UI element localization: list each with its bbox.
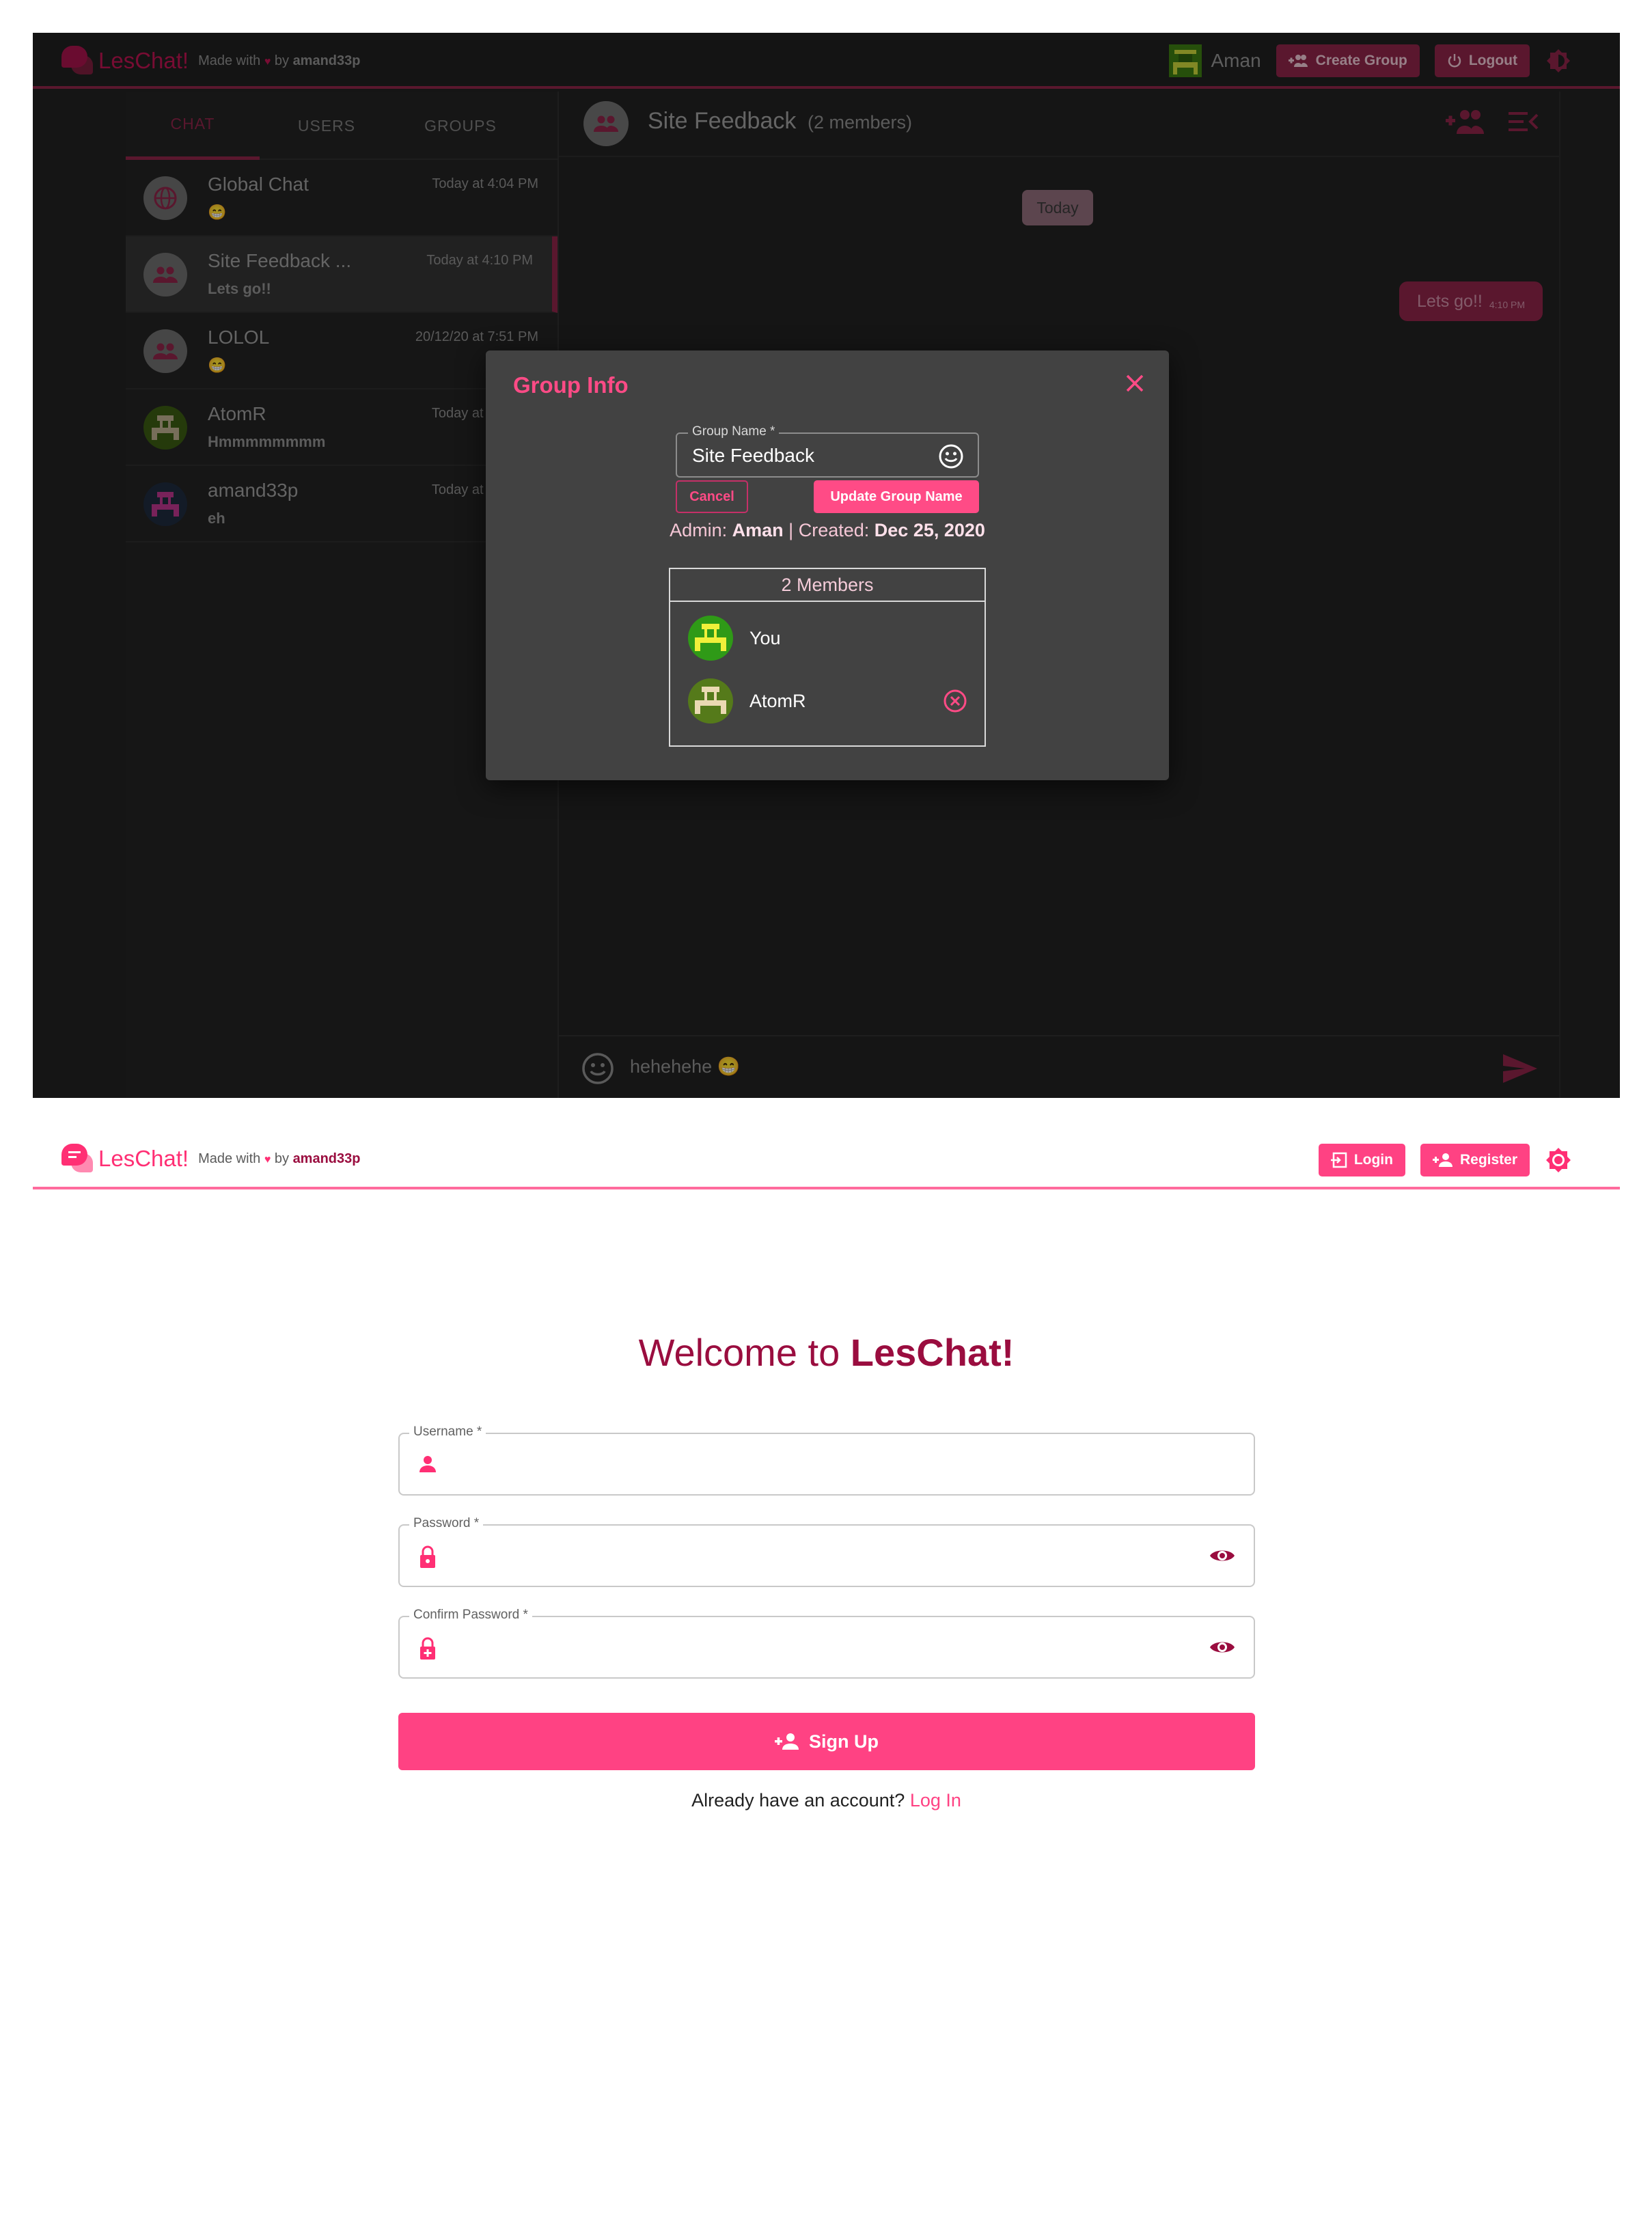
navbar-actions: Login Register <box>1318 1143 1572 1177</box>
update-group-name-button[interactable]: Update Group Name <box>814 480 979 513</box>
theme-toggle-icon[interactable] <box>1545 1146 1572 1174</box>
close-icon[interactable] <box>1125 374 1144 393</box>
eye-icon[interactable] <box>1209 1546 1236 1565</box>
member-avatar <box>688 616 733 661</box>
username-field[interactable]: Username * <box>398 1424 1255 1496</box>
member-item: You <box>688 614 781 662</box>
confirm-password-field[interactable]: Confirm Password * <box>398 1608 1255 1679</box>
login-link[interactable]: Log In <box>910 1790 961 1811</box>
made-with-text: Made with <box>198 1151 261 1166</box>
member-name: You <box>749 627 781 648</box>
welcome-prefix: Welcome to <box>638 1331 840 1374</box>
signup-screen: LesChat! Made with ♥ by amand33p Login R… <box>33 1098 1620 2230</box>
dialog-title: Group Info <box>513 372 629 398</box>
have-account-text: Already have an account? <box>691 1790 905 1811</box>
sign-up-label: Sign Up <box>809 1731 879 1752</box>
welcome-brand: LesChat! <box>850 1331 1015 1374</box>
meta-separator: | <box>788 520 794 540</box>
remove-member-icon[interactable] <box>942 688 968 714</box>
group-name-input[interactable]: Site Feedback <box>692 445 814 467</box>
lock-icon <box>420 1545 435 1568</box>
confirm-password-label: Confirm Password * <box>409 1608 532 1623</box>
brand[interactable]: LesChat! Made with ♥ by amand33p <box>61 1143 361 1174</box>
login-button[interactable]: Login <box>1318 1144 1405 1176</box>
member-item: AtomR <box>688 677 968 725</box>
have-account-prompt: Already have an account? Log In <box>33 1790 1620 1811</box>
group-name-label: Group Name * <box>688 424 780 439</box>
login-icon <box>1330 1152 1347 1168</box>
eye-icon[interactable] <box>1209 1638 1236 1657</box>
person-add-icon <box>775 1733 799 1750</box>
enhanced-lock-icon <box>420 1637 435 1660</box>
by-text: by <box>274 1151 289 1166</box>
register-label: Register <box>1459 1152 1517 1168</box>
person-icon <box>419 1456 436 1472</box>
member-avatar <box>688 678 733 724</box>
password-label: Password * <box>409 1516 484 1531</box>
register-button[interactable]: Register <box>1420 1144 1530 1176</box>
admin-label: Admin: <box>670 520 728 540</box>
password-field[interactable]: Password * <box>398 1516 1255 1587</box>
person-add-icon <box>1432 1153 1453 1167</box>
made-with-credit: Made with ♥ by amand33p <box>198 1151 360 1167</box>
chat-screen: LesChat! Made with ♥ by amand33p Aman Cr… <box>33 33 1620 1098</box>
created-label: Created: <box>798 520 870 540</box>
members-list: 2 Members You AtomR <box>669 568 986 747</box>
created-date: Dec 25, 2020 <box>874 520 985 540</box>
group-info-dialog: Group Info Group Name * Site Feedback Ca… <box>486 350 1169 780</box>
admin-name: Aman <box>732 520 784 540</box>
members-count: 2 Members <box>670 569 985 602</box>
emoji-icon[interactable] <box>938 443 964 469</box>
username-label: Username * <box>409 1424 486 1440</box>
brand-name: LesChat! <box>98 1146 189 1171</box>
member-name: AtomR <box>749 690 806 711</box>
chat-logo-icon <box>61 1144 94 1174</box>
author-link[interactable]: amand33p <box>293 1151 361 1166</box>
cancel-button[interactable]: Cancel <box>676 480 748 513</box>
sign-up-button[interactable]: Sign Up <box>398 1713 1255 1770</box>
login-label: Login <box>1353 1152 1393 1168</box>
welcome-heading: Welcome to LesChat! <box>33 1330 1620 1375</box>
top-navbar: LesChat! Made with ♥ by amand33p Login R… <box>33 1098 1620 1189</box>
group-meta: Admin: Aman | Created: Dec 25, 2020 <box>486 520 1169 541</box>
group-name-field[interactable]: Group Name * Site Feedback <box>676 424 979 478</box>
heart-icon: ♥ <box>264 1153 271 1166</box>
